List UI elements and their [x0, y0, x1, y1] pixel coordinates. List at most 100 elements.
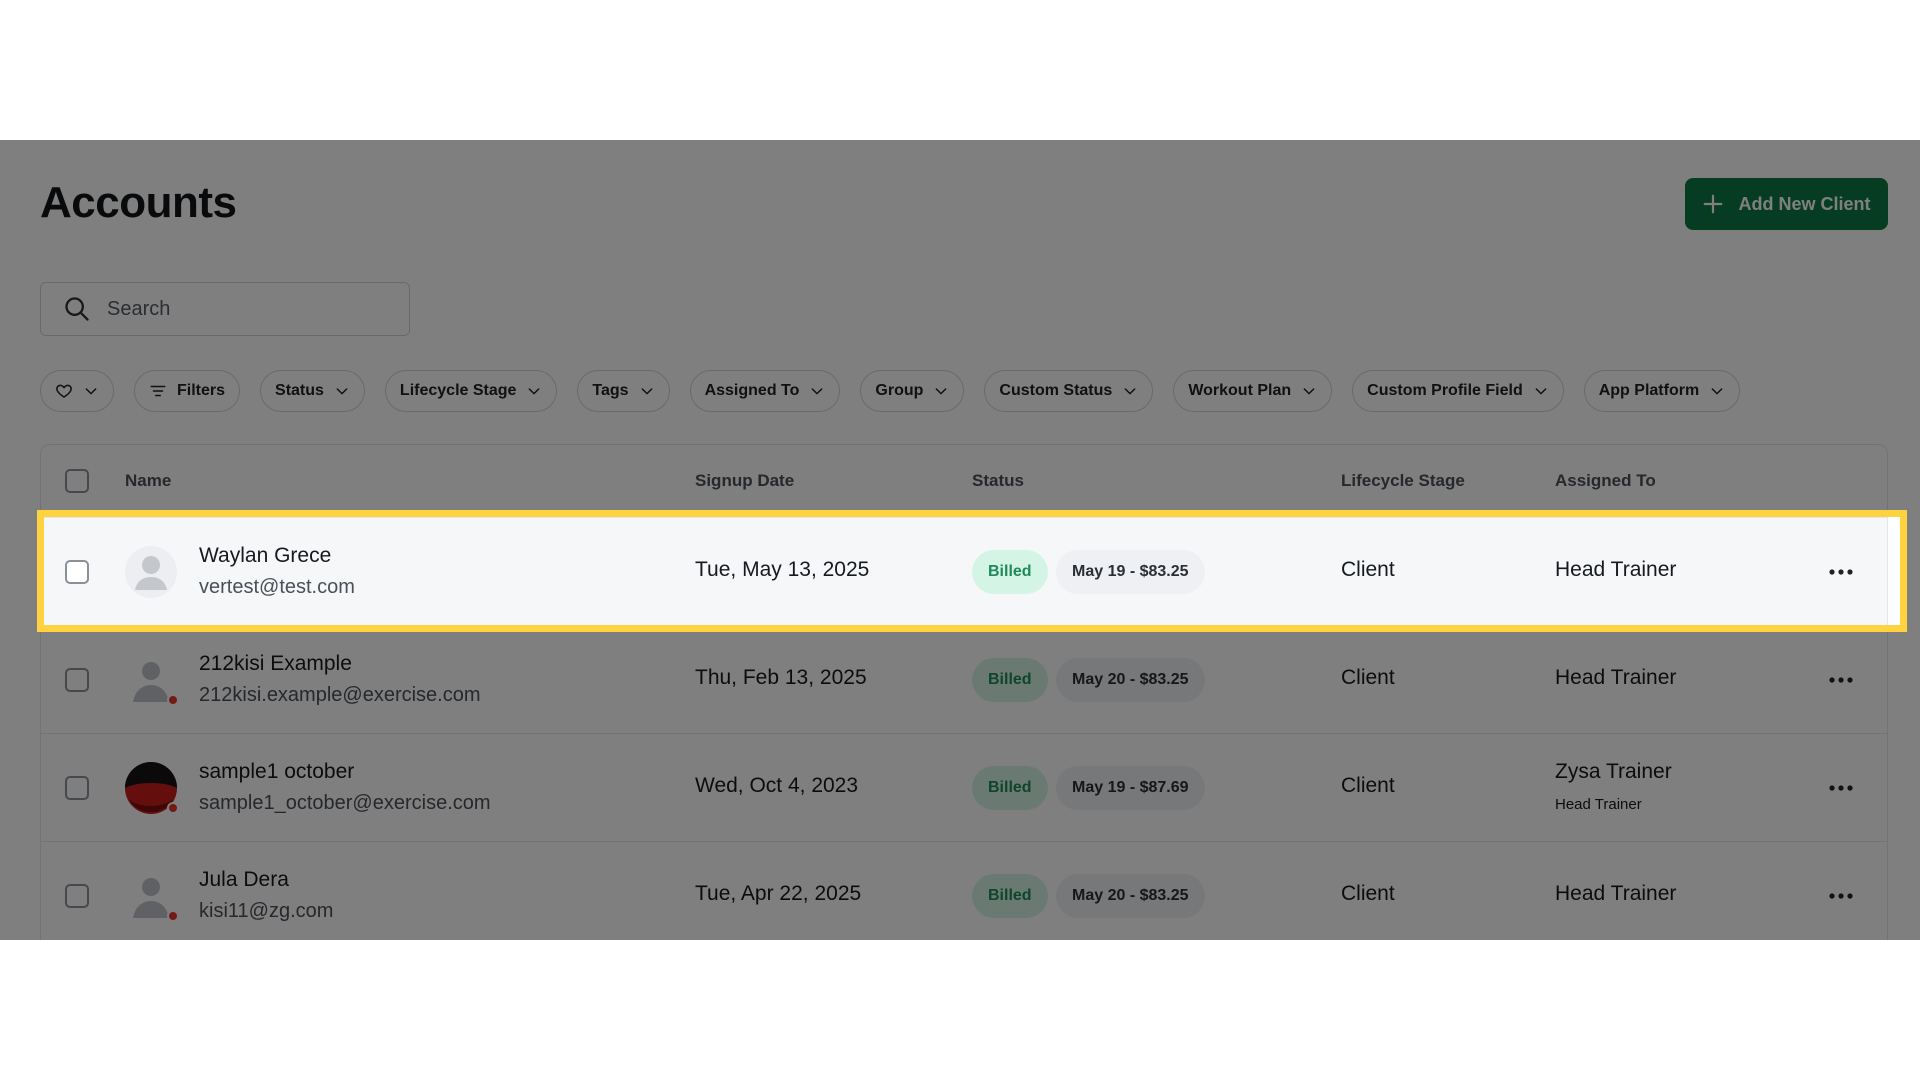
table-row[interactable]: Waylan Grece vertest@test.com Tue, May 1…	[41, 517, 1887, 625]
table-row[interactable]: sample1 october sample1_october@exercise…	[41, 733, 1887, 841]
more-horizontal-icon	[1829, 785, 1853, 791]
assigned-to-secondary: Head Trainer	[1555, 796, 1642, 813]
client-name[interactable]: 212kisi Example	[199, 652, 352, 676]
custom-status-filter-chip[interactable]: Custom Status	[984, 370, 1154, 412]
column-header-lifecycle-stage[interactable]: Lifecycle Stage	[1341, 471, 1465, 491]
app-platform-filter-label: App Platform	[1598, 382, 1700, 399]
column-header-signup-date[interactable]: Signup Date	[695, 471, 794, 491]
avatar	[125, 762, 179, 814]
chevron-down-icon	[641, 388, 652, 395]
row-checkbox[interactable]	[65, 776, 89, 800]
assigned-to: Head Trainer	[1555, 558, 1677, 581]
status-filter-label: Status	[275, 382, 324, 399]
workout-plan-filter-chip[interactable]: Workout Plan	[1173, 370, 1333, 412]
row-actions-button[interactable]	[1825, 666, 1857, 694]
chevron-down-icon	[1303, 388, 1315, 395]
signup-date: Thu, Feb 13, 2025	[695, 666, 867, 689]
chevron-down-icon	[529, 388, 540, 395]
status-dot	[167, 910, 179, 922]
filter-bar: Filters Status Lifecycle Stage Tags Assi…	[40, 370, 1900, 412]
row-checkbox[interactable]	[65, 884, 89, 908]
more-horizontal-icon	[1829, 569, 1853, 575]
tags-filter-chip[interactable]: Tags	[577, 370, 670, 412]
client-name[interactable]: Jula Dera	[199, 868, 289, 892]
column-header-assigned-to[interactable]: Assigned To	[1555, 471, 1656, 491]
signup-date: Wed, Oct 4, 2023	[695, 774, 859, 797]
add-new-client-button[interactable]: Add New Client	[1685, 178, 1888, 230]
row-actions-button[interactable]	[1825, 774, 1857, 802]
status-badge: Billed	[972, 658, 1048, 702]
filters-button[interactable]: Filters	[134, 370, 241, 412]
user-avatar-icon	[125, 546, 177, 598]
signup-date: Tue, Apr 22, 2025	[695, 882, 862, 905]
client-email: kisi11@zg.com	[199, 900, 334, 922]
chevron-down-icon	[936, 388, 947, 395]
billing-pill: May 20 - $83.25	[1056, 658, 1205, 702]
column-header-status[interactable]: Status	[972, 471, 1024, 491]
row-checkbox[interactable]	[65, 560, 89, 584]
workout-plan-filter-label: Workout Plan	[1188, 382, 1292, 399]
lifecycle-stage: Client	[1341, 774, 1395, 797]
lifecycle-stage-filter-label: Lifecycle Stage	[399, 382, 517, 399]
more-horizontal-icon	[1829, 893, 1853, 899]
chevron-down-icon	[812, 388, 823, 395]
status-filter-chip[interactable]: Status	[260, 370, 365, 412]
app-platform-filter-chip[interactable]: App Platform	[1583, 370, 1741, 412]
client-email: vertest@test.com	[199, 576, 355, 598]
assigned-to: Head Trainer	[1555, 882, 1677, 905]
add-new-client-label: Add New Client	[1738, 193, 1871, 214]
client-email: sample1_october@exercise.com	[199, 792, 491, 814]
favorites-filter-chip[interactable]	[40, 370, 114, 412]
billing-pill: May 20 - $83.25	[1056, 874, 1205, 918]
status-dot	[167, 802, 179, 814]
group-filter-chip[interactable]: Group	[860, 370, 965, 412]
heart-icon	[56, 384, 72, 398]
row-actions-button[interactable]	[1825, 558, 1857, 586]
filter-lines-icon	[150, 385, 166, 397]
app-screen: Accounts Add New Client Filters Status L…	[0, 140, 1920, 940]
tags-filter-label: Tags	[592, 382, 629, 399]
lifecycle-stage: Client	[1341, 666, 1395, 689]
select-all-checkbox[interactable]	[65, 469, 89, 493]
search-icon	[65, 297, 89, 321]
assigned-to: Zysa Trainer	[1555, 760, 1672, 783]
chevron-down-icon	[336, 388, 348, 395]
custom-status-filter-label: Custom Status	[999, 382, 1113, 399]
status-dot	[167, 694, 179, 706]
table-row[interactable]: 212kisi Example 212kisi.example@exercise…	[41, 625, 1887, 733]
status-badge: Billed	[972, 550, 1048, 594]
avatar	[125, 870, 179, 922]
billing-pill: May 19 - $83.25	[1056, 550, 1205, 594]
row-checkbox[interactable]	[65, 668, 89, 692]
chevron-down-icon	[1711, 388, 1723, 395]
status-badge: Billed	[972, 766, 1048, 810]
row-actions-button[interactable]	[1825, 882, 1857, 910]
avatar	[125, 654, 179, 706]
search-input[interactable]	[105, 296, 369, 322]
table-header: Name Signup Date Status Lifecycle Stage …	[41, 445, 1887, 517]
assigned-to: Head Trainer	[1555, 666, 1677, 689]
plus-icon	[1704, 194, 1723, 214]
custom-profile-field-filter-chip[interactable]: Custom Profile Field	[1352, 370, 1564, 412]
table-row[interactable]: Jula Dera kisi11@zg.com Tue, Apr 22, 202…	[41, 841, 1887, 940]
search-box[interactable]	[40, 282, 410, 336]
avatar	[125, 546, 177, 598]
chevron-down-icon	[85, 388, 97, 395]
accounts-table: Name Signup Date Status Lifecycle Stage …	[40, 444, 1888, 940]
lifecycle-stage-filter-chip[interactable]: Lifecycle Stage	[384, 370, 558, 412]
column-header-name[interactable]: Name	[125, 471, 171, 491]
group-filter-label: Group	[875, 382, 924, 399]
client-email: 212kisi.example@exercise.com	[199, 684, 481, 706]
page-title: Accounts	[40, 178, 237, 227]
client-name[interactable]: Waylan Grece	[199, 544, 331, 568]
client-name[interactable]: sample1 october	[199, 760, 354, 784]
billing-pill: May 19 - $87.69	[1056, 766, 1205, 810]
status-badge: Billed	[972, 874, 1048, 918]
filters-label: Filters	[177, 382, 226, 399]
chevron-down-icon	[1124, 388, 1136, 395]
chevron-down-icon	[1535, 388, 1547, 395]
assigned-to-filter-label: Assigned To	[704, 382, 800, 399]
lifecycle-stage: Client	[1341, 882, 1395, 905]
assigned-to-filter-chip[interactable]: Assigned To	[689, 370, 841, 412]
custom-profile-field-filter-label: Custom Profile Field	[1367, 382, 1523, 399]
